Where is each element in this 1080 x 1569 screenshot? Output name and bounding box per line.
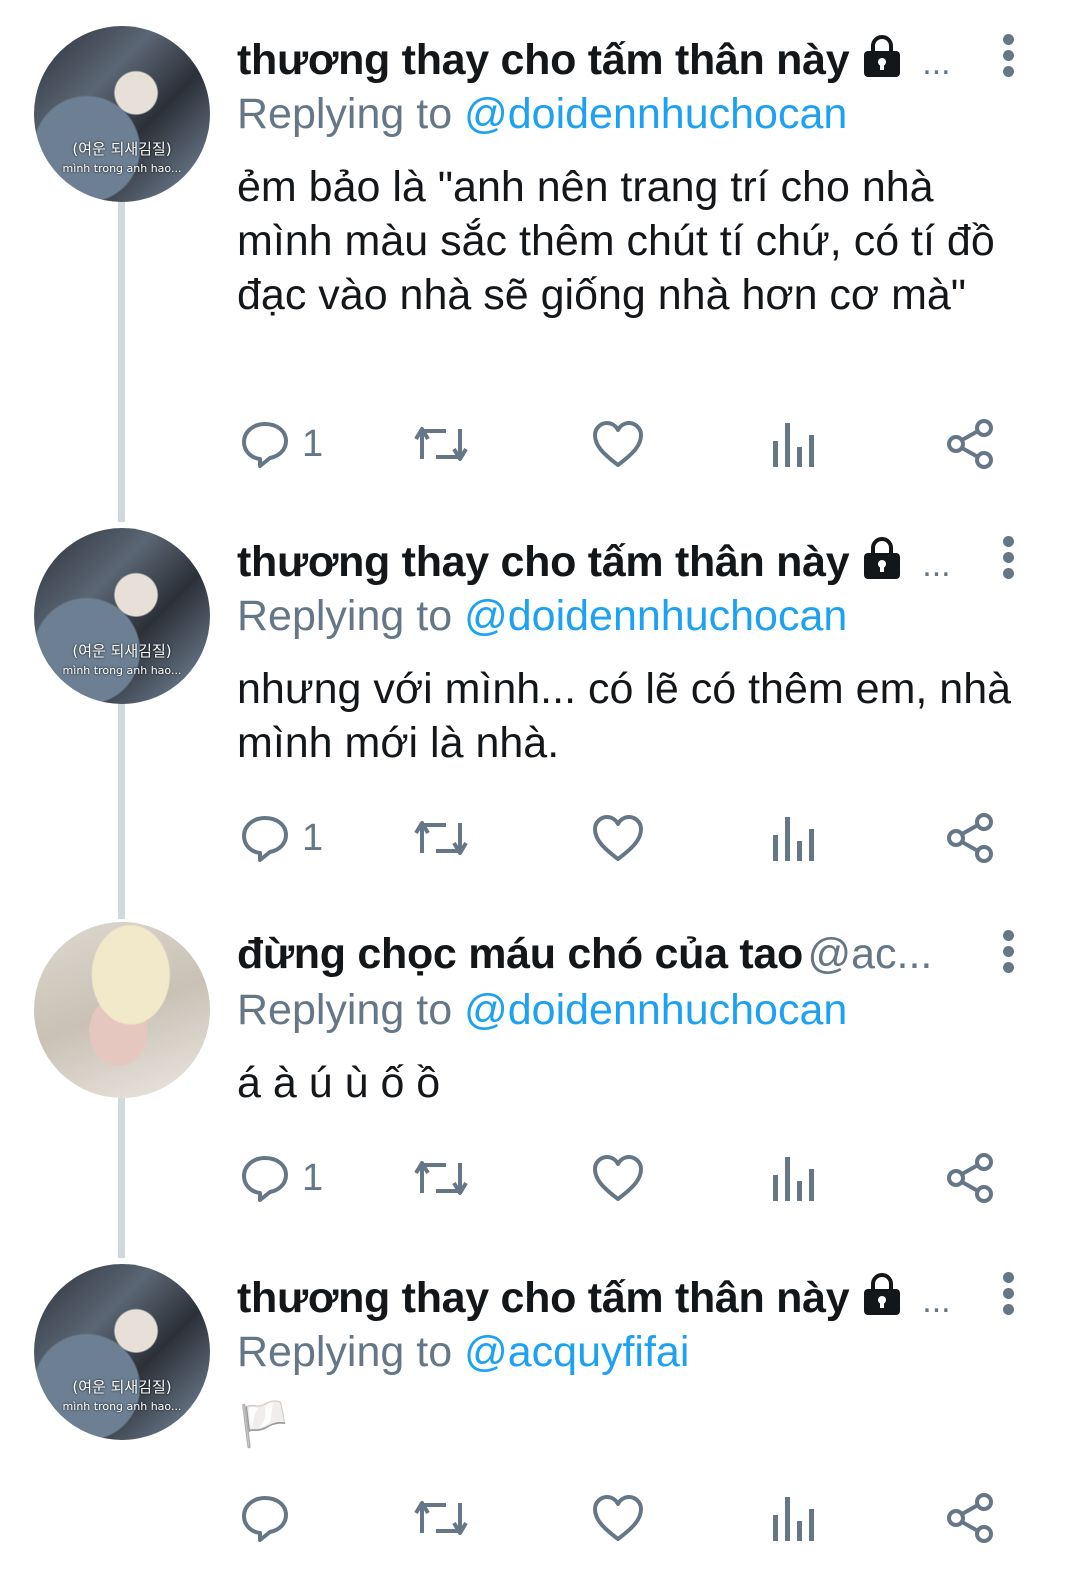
analytics-button[interactable] [770,1150,816,1206]
replying-handle-link[interactable]: @doidennhuchocan [464,592,847,640]
analytics-icon [770,1153,816,1203]
reply-icon [240,1153,290,1203]
like-icon [592,1493,644,1543]
share-icon [944,1152,996,1204]
retweet-icon [412,1153,470,1203]
reply-icon [240,1493,290,1543]
share-button[interactable] [944,416,996,472]
analytics-button[interactable] [770,1490,816,1546]
thread-line [118,1098,125,1258]
reply-count: 1 [302,1156,324,1199]
handle: @ac... [807,930,933,978]
tweet-header: thương thay cho tấm thân này ... [237,1272,997,1328]
retweet-icon [412,1493,470,1543]
replying-to: Replying to @doidennhuchocan [237,592,847,641]
replying-to: Replying to @acquyfifai [237,1328,689,1377]
replying-handle-link[interactable]: @doidennhuchocan [464,986,847,1034]
retweet-button[interactable] [412,1150,470,1206]
share-icon [944,1492,996,1544]
more-options-icon[interactable] [1000,930,1016,974]
display-name[interactable]: thương thay cho tấm thân này [237,1274,850,1322]
action-bar: 1 [240,416,1000,472]
tweet-header: đừng chọc máu chó của tao @ac... [237,930,997,986]
replying-handle-link[interactable]: @doidennhuchocan [464,90,847,138]
avatar-caption: (여운 되새김질) [72,642,172,660]
analytics-icon [770,419,816,469]
avatar-caption: (여운 되새김질) [72,140,172,158]
share-icon [944,812,996,864]
tweet-text: á à ú ù ố ồ [237,1059,441,1107]
tweet-text: 🏳️ [237,1401,291,1449]
share-button[interactable] [944,810,996,866]
more-options-icon[interactable] [1000,536,1016,580]
more-options-icon[interactable] [1000,1272,1016,1316]
lock-icon [860,536,904,585]
display-name[interactable]: thương thay cho tấm thân này [237,538,850,586]
handle-truncated: ... [922,44,951,82]
replying-to: Replying to @doidennhuchocan [237,986,847,1035]
tweet-header: thương thay cho tấm thân này ... [237,536,997,592]
display-name[interactable]: thương thay cho tấm thân này [237,36,850,84]
avatar[interactable] [34,922,210,1098]
action-bar: 1 [240,1150,1000,1206]
replying-handle-link[interactable]: @acquyfifai [464,1328,689,1376]
share-icon [944,418,996,470]
reply-count: 1 [302,816,324,859]
avatar-caption: mình trong anh hao... [62,1400,182,1413]
thread-line [118,200,125,522]
reply-button[interactable]: 1 [240,810,323,866]
replying-label: Replying to [237,1328,453,1376]
like-icon [592,813,644,863]
like-icon [592,419,644,469]
like-button[interactable] [592,810,644,866]
share-button[interactable] [944,1150,996,1206]
avatar[interactable]: (여운 되새김질) mình trong anh hao... [34,528,210,704]
tweet-header: thương thay cho tấm thân này ... [237,34,997,90]
tweet-text: ẻm bảo là "anh nên trang trí cho nhà mìn… [237,163,995,319]
reply-button[interactable]: 1 [240,1150,323,1206]
retweet-button[interactable] [412,810,470,866]
tweet-text: nhưng với mình... có lẽ có thêm em, nhà … [237,665,1012,767]
like-button[interactable] [592,416,644,472]
reply-count: 1 [302,422,324,465]
like-button[interactable] [592,1150,644,1206]
avatar[interactable]: (여운 되새김질) mình trong anh hao... [34,1264,210,1440]
avatar[interactable]: (여운 되새김질) mình trong anh hao... [34,26,210,202]
replying-to: Replying to @doidennhuchocan [237,90,847,139]
share-button[interactable] [944,1490,996,1546]
analytics-button[interactable] [770,416,816,472]
reply-icon [240,813,290,863]
retweet-icon [412,419,470,469]
avatar-caption: mình trong anh hao... [62,162,182,175]
retweet-button[interactable] [412,416,470,472]
avatar-caption: (여운 되새김질) [72,1378,172,1396]
display-name[interactable]: đừng chọc máu chó của tao [237,930,803,978]
more-options-icon[interactable] [1000,34,1016,78]
like-icon [592,1153,644,1203]
like-button[interactable] [592,1490,644,1546]
analytics-icon [770,813,816,863]
replying-label: Replying to [237,90,453,138]
reply-icon [240,419,290,469]
action-bar [240,1490,1000,1546]
lock-icon [860,1272,904,1321]
handle-truncated: ... [922,1282,951,1320]
thread-line [118,703,125,919]
avatar-caption: mình trong anh hao... [62,664,182,677]
reply-button[interactable]: 1 [240,416,323,472]
handle-truncated: ... [922,546,951,584]
lock-icon [860,34,904,83]
replying-label: Replying to [237,592,453,640]
analytics-button[interactable] [770,810,816,866]
retweet-icon [412,813,470,863]
reply-button[interactable] [240,1490,302,1546]
action-bar: 1 [240,810,1000,866]
replying-label: Replying to [237,986,453,1034]
analytics-icon [770,1493,816,1543]
retweet-button[interactable] [412,1490,470,1546]
